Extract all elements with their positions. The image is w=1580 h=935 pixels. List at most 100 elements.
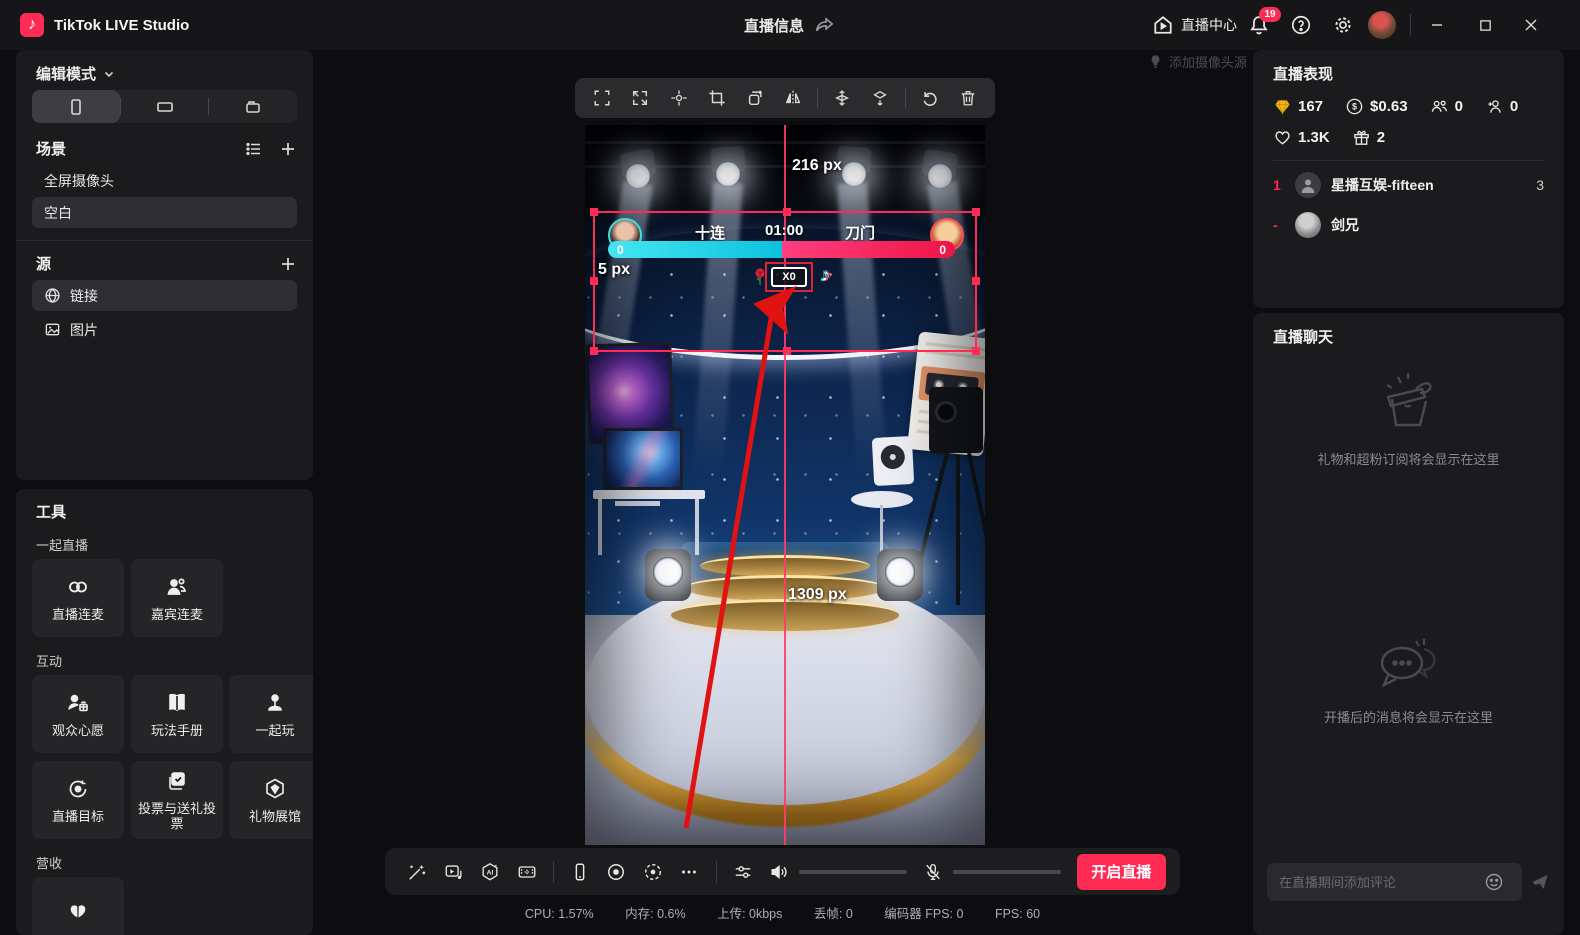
edit-mode-dropdown[interactable]: 编辑模式 <box>36 63 115 84</box>
resize-handle[interactable] <box>972 277 980 285</box>
measure-label-height: 1309 px <box>788 586 847 603</box>
undo-button[interactable] <box>913 82 947 114</box>
tool-label: 直播目标 <box>51 808 104 824</box>
tool-label: 玩法手册 <box>150 722 203 738</box>
crop-button[interactable] <box>700 82 734 114</box>
minimize-button[interactable] <box>1414 0 1460 50</box>
tool-label: 投票与送礼投票 <box>137 801 216 831</box>
tool-label: 礼物展馆 <box>248 808 301 824</box>
close-button[interactable] <box>1508 0 1554 50</box>
poll-check-icon <box>169 772 185 790</box>
select-area-icon <box>594 90 610 106</box>
resize-handle[interactable] <box>783 347 791 355</box>
stat-gifts: 2 <box>1352 128 1385 147</box>
rotate-button[interactable] <box>738 82 772 114</box>
keyboard <box>615 501 660 506</box>
tools-title: 工具 <box>36 504 67 521</box>
earnings-value: $0.63 <box>1370 98 1408 115</box>
layout-landscape-button[interactable] <box>121 90 209 123</box>
add-camera-source-button[interactable]: 添加摄像头源 <box>1148 52 1247 71</box>
settings-button[interactable] <box>1332 0 1354 50</box>
select-area-button[interactable] <box>585 82 619 114</box>
tool-play-together[interactable]: 一起玩 <box>229 675 313 753</box>
start-live-button[interactable]: 开启直播 <box>1076 853 1166 890</box>
undo-icon <box>923 92 937 106</box>
emoji-icon[interactable] <box>1484 872 1504 892</box>
media-button[interactable] <box>435 855 471 889</box>
chain-link-icon <box>69 581 87 592</box>
measure-label-left: 5 px <box>598 261 631 278</box>
layer-forward-button[interactable] <box>825 82 859 114</box>
mic-volume-slider[interactable] <box>953 869 1061 874</box>
microphone-button[interactable] <box>915 855 951 889</box>
help-button[interactable] <box>1290 0 1312 50</box>
resize-handle[interactable] <box>972 208 980 216</box>
ai-effects-button[interactable]: AI <box>472 855 508 889</box>
tool-live-match[interactable]: 直播连麦 <box>32 559 124 637</box>
add-scene-icon[interactable] <box>279 140 297 158</box>
resize-handle[interactable] <box>783 208 791 216</box>
status-fps: FPS: 60 <box>994 907 1041 921</box>
tool-super-fan[interactable] <box>32 877 124 935</box>
stream-status-bar: CPU: 1.57% 内存: 0.6% 上传: 0kbps 丢帧: 0 编码器 … <box>385 903 1180 922</box>
diamond-icon <box>1275 100 1290 115</box>
layout-custom-button[interactable] <box>209 90 297 123</box>
video-preview-canvas[interactable]: 十连 01:00 刀门 0 0 X0 ♪ 216 px 5 px 1309 px <box>585 125 985 845</box>
gifts-value: 2 <box>1376 129 1386 146</box>
layout-portrait-button[interactable] <box>32 90 120 123</box>
expand-icon <box>633 90 648 106</box>
ranking-row[interactable]: 1 星播互娱-fifteen 3 <box>1273 170 1544 200</box>
scene-list-icon[interactable] <box>245 140 263 158</box>
share-icon[interactable] <box>814 14 836 36</box>
goal-icon <box>69 780 87 797</box>
tool-playbook[interactable]: 玩法手册 <box>131 675 223 753</box>
record-button[interactable] <box>598 855 634 889</box>
maximize-button[interactable] <box>1462 0 1508 50</box>
resize-handle[interactable] <box>590 208 598 216</box>
scene-item-fullscreen-camera[interactable]: 全屏摄像头 <box>32 165 297 196</box>
add-source-icon[interactable] <box>279 255 297 273</box>
more-dots-icon <box>682 870 697 873</box>
tool-guest-match[interactable]: 嘉宾连麦 <box>131 559 223 637</box>
gifts-placeholder-text: 礼物和超粉订阅将会显示在这里 <box>1317 452 1500 467</box>
resize-handle[interactable] <box>590 347 598 355</box>
live-center-button[interactable]: 直播中心 <box>1152 0 1237 50</box>
send-icon[interactable] <box>1530 872 1550 892</box>
screen-capture-button[interactable] <box>635 855 671 889</box>
selection-rectangle[interactable] <box>590 208 980 355</box>
flip-horizontal-button[interactable] <box>776 82 810 114</box>
user-avatar[interactable] <box>1368 11 1396 39</box>
video-music-icon <box>445 864 462 879</box>
more-button[interactable] <box>671 855 707 889</box>
tool-label: 嘉宾连麦 <box>150 606 203 622</box>
virtual-background-button[interactable] <box>508 855 544 889</box>
notification-badge: 19 <box>1259 7 1281 22</box>
live-performance-panel: 直播表现 167 $ $0.63 0 0 1.3K 2 1 星播互娱-fifte… <box>1253 50 1564 308</box>
effects-button[interactable] <box>399 855 435 889</box>
audio-mixer-button[interactable] <box>725 855 761 889</box>
tool-audience-wishlist[interactable]: 观众心愿 <box>32 675 124 753</box>
delete-button[interactable] <box>951 82 985 114</box>
divider <box>904 88 906 108</box>
scene-label: 全屏摄像头 <box>44 172 114 189</box>
fit-expand-button[interactable] <box>623 82 657 114</box>
flip-horizontal-icon <box>785 90 801 106</box>
status-cpu: CPU: 1.57% <box>524 907 594 921</box>
speaker-volume-slider[interactable] <box>799 869 907 874</box>
scene-item-blank[interactable]: 空白 <box>32 197 297 228</box>
phone-mirror-button[interactable] <box>562 855 598 889</box>
source-item-image[interactable]: 图片 <box>32 314 297 345</box>
group-revenue-label: 营收 <box>36 856 63 871</box>
status-encoder-fps: 编码器 FPS: 0 <box>884 907 964 921</box>
ranking-avatar <box>1295 212 1321 238</box>
center-position-button[interactable] <box>661 82 695 114</box>
ranking-row[interactable]: - 剑兄 <box>1273 210 1544 240</box>
layer-backward-button[interactable] <box>863 82 897 114</box>
tool-gift-gallery[interactable]: 礼物展馆 <box>229 761 313 839</box>
resize-handle[interactable] <box>972 347 980 355</box>
source-item-link[interactable]: 链接 <box>32 280 297 311</box>
speaker-button[interactable] <box>761 855 797 889</box>
resize-handle[interactable] <box>590 277 598 285</box>
tool-poll[interactable]: 投票与送礼投票 <box>131 761 223 839</box>
tool-live-goal[interactable]: 直播目标 <box>32 761 124 839</box>
